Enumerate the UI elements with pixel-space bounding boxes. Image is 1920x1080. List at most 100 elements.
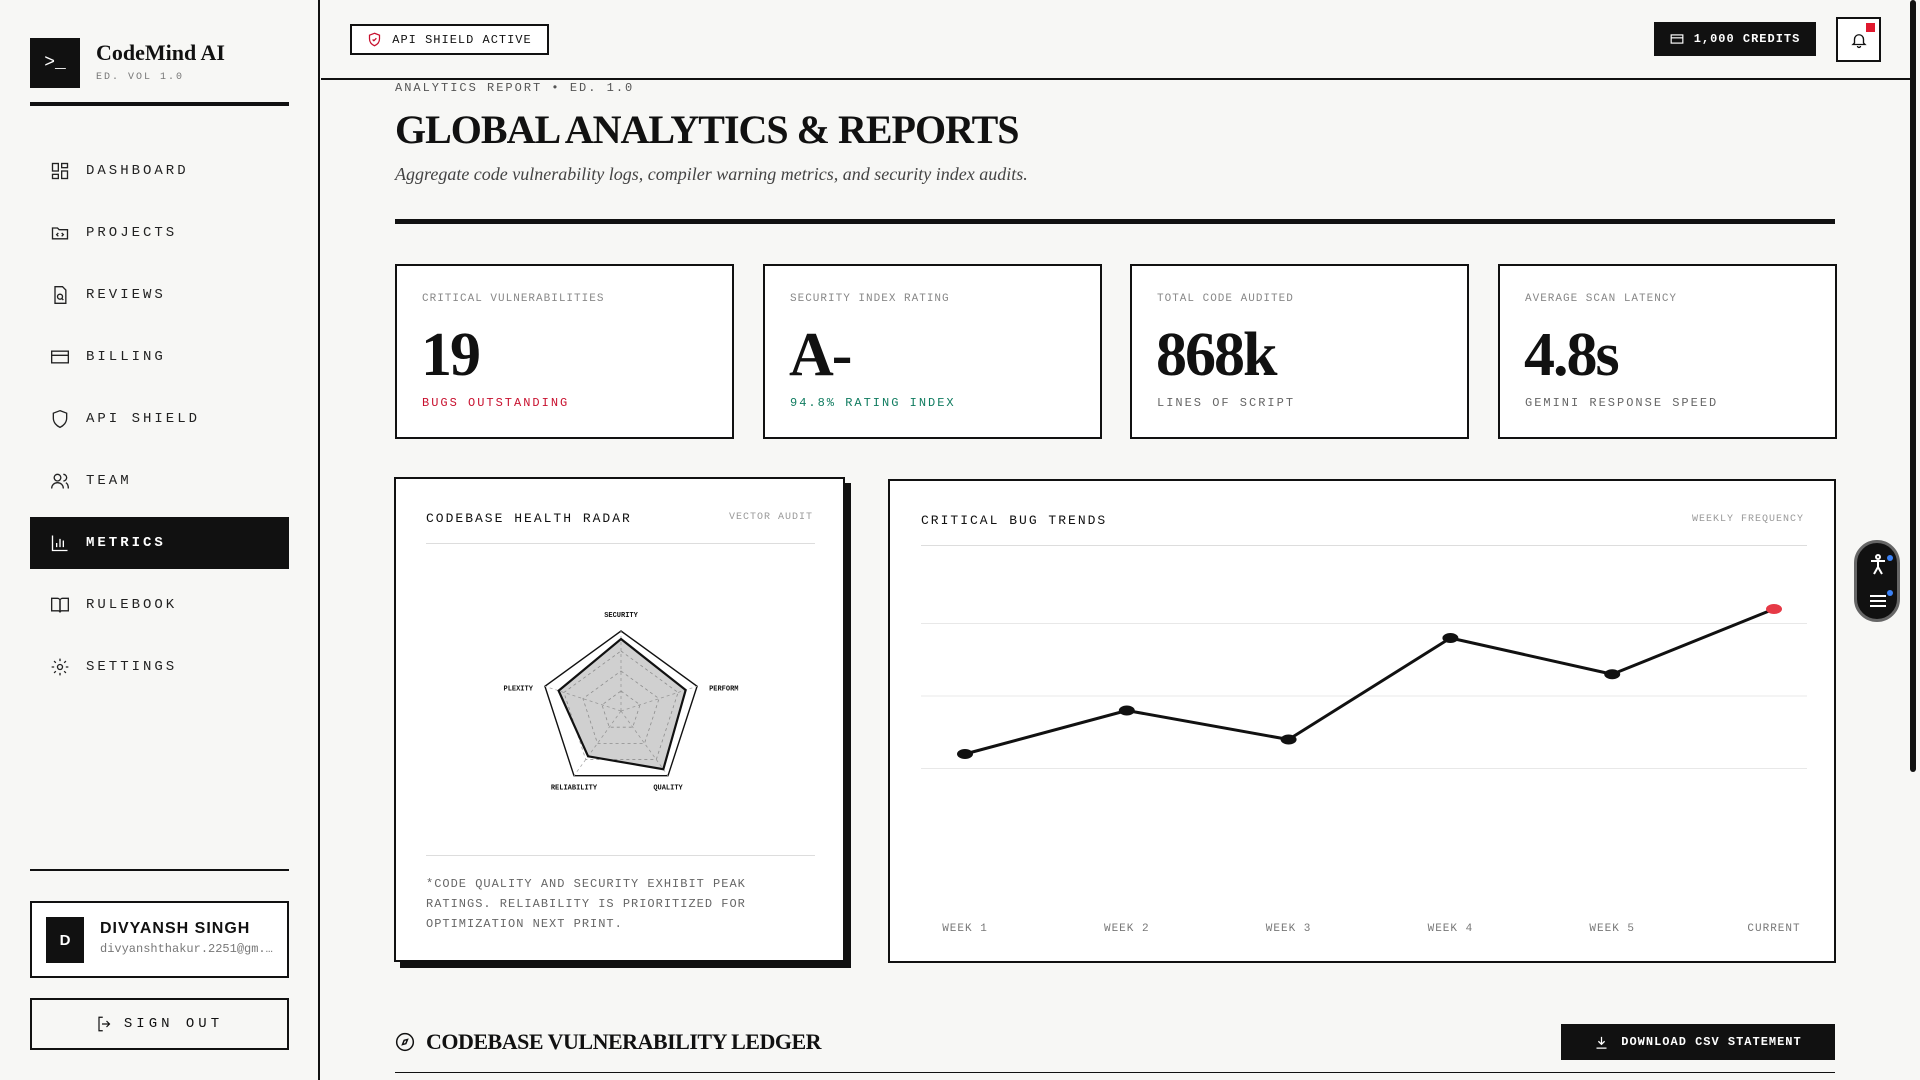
download-csv-label: DOWNLOAD CSV STATEMENT	[1621, 1035, 1802, 1049]
sidebar-item-label: REVIEWS	[86, 287, 166, 303]
bug-trend-point	[1280, 734, 1297, 745]
sidebar-item-rulebook[interactable]: RULEBOOK	[30, 579, 289, 631]
radar-axis-label: PLEXITY	[504, 685, 534, 693]
page-subtitle: Aggregate code vulnerability logs, compi…	[395, 164, 1028, 184]
sidebar-item-label: API SHIELD	[86, 411, 201, 427]
radar-axis-label: RELIABILITY	[551, 785, 598, 793]
x-axis-tick-label: WEEK 2	[1104, 923, 1150, 935]
shield-check-icon	[369, 32, 381, 47]
sidebar-item-metrics[interactable]: METRICS	[30, 517, 289, 569]
report-eyebrow: ANALYTICS REPORT • ED. 1.0	[395, 81, 635, 95]
sidebar-nav: DASHBOARD PROJECTS REVIEWS BILLING API S…	[30, 145, 289, 703]
bug-trend-series-line	[964, 607, 1775, 756]
bell-icon	[1850, 33, 1867, 48]
sidebar-item-label: TEAM	[86, 473, 132, 489]
notifications-button[interactable]	[1836, 17, 1881, 62]
floating-widget	[1854, 540, 1900, 622]
notification-dot	[1866, 23, 1875, 32]
sidebar-item-label: METRICS	[86, 535, 166, 551]
sidebar-item-team[interactable]: TEAM	[30, 455, 289, 507]
accessibility-indicator-dot	[1887, 555, 1893, 561]
sidebar-item-label: SETTINGS	[86, 659, 178, 675]
wallet-icon	[1670, 34, 1684, 44]
page-scrollbar[interactable]	[1910, 0, 1916, 772]
folder-code-icon	[51, 227, 69, 240]
radar-series-area	[557, 637, 687, 771]
sidebar-item-label: PROJECTS	[86, 225, 178, 241]
stat-card-critical-vulnerabilities: CRITICAL VULNERABILITIES 19 BUGS OUTSTAN…	[395, 264, 734, 439]
logout-icon	[98, 1016, 111, 1032]
bug-trend-point	[957, 749, 973, 759]
sidebar-item-dashboard[interactable]: DASHBOARD	[30, 145, 289, 197]
download-csv-button[interactable]: DOWNLOAD CSV STATEMENT	[1561, 1024, 1835, 1060]
radar-axis-label: SECURITY	[604, 612, 638, 620]
menu-indicator-dot	[1887, 590, 1893, 596]
bug-trend-point	[1442, 633, 1459, 643]
sign-out-label: SIGN OUT	[123, 1016, 224, 1032]
radar-chart: SECURITY PERFORM QUALITY RELIABILITY PLEXITY	[504, 612, 739, 793]
app-edition: ED. VOL 1.0	[96, 72, 185, 83]
stat-label: AVERAGE SCAN LATENCY	[1525, 293, 1678, 305]
ledger-divider	[395, 1072, 1835, 1073]
stat-value: 19	[421, 321, 481, 389]
radar-title: CODEBASE HEALTH RADAR	[426, 511, 632, 526]
x-axis-tick-label: CURRENT	[1747, 923, 1800, 935]
stat-note: GEMINI RESPONSE SPEED	[1525, 396, 1719, 410]
stat-card-total-code-audited: TOTAL CODE AUDITED 868k LINES OF SCRIPT	[1130, 264, 1469, 439]
sidebar-item-label: RULEBOOK	[86, 597, 178, 613]
brand: >_ CodeMind AI ED. VOL 1.0	[30, 38, 289, 106]
credit-card-icon	[51, 350, 69, 364]
radar-axis-label: QUALITY	[653, 785, 683, 793]
app-name: CodeMind AI	[96, 40, 225, 65]
bar-chart-icon	[51, 535, 68, 552]
radar-note: *CODE QUALITY AND SECURITY EXHIBIT PEAK …	[426, 877, 746, 931]
stat-note: BUGS OUTSTANDING	[422, 396, 570, 410]
stat-label: CRITICAL VULNERABILITIES	[422, 293, 605, 305]
radar-footer-divider	[426, 855, 815, 856]
radar-axis-label: PERFORM	[709, 685, 738, 693]
sidebar-item-api-shield[interactable]: API SHIELD	[30, 393, 289, 445]
sidebar-item-label: BILLING	[86, 349, 166, 365]
radar-tag: VECTOR AUDIT	[728, 512, 813, 523]
avatar: D	[46, 917, 84, 963]
sidebar-divider	[30, 869, 289, 871]
sidebar: >_ CodeMind AI ED. VOL 1.0 DASHBOARD PRO…	[0, 0, 320, 1080]
x-axis-tick-label: WEEK 5	[1589, 923, 1635, 935]
stat-label: TOTAL CODE AUDITED	[1157, 293, 1294, 305]
stat-note: LINES OF SCRIPT	[1157, 396, 1296, 410]
credits-button[interactable]: 1,000 CREDITS	[1654, 22, 1816, 56]
sidebar-item-projects[interactable]: PROJECTS	[30, 207, 289, 259]
health-radar-card: CODEBASE HEALTH RADAR VECTOR AUDIT SECUR…	[394, 477, 845, 962]
bug-trend-point	[1604, 669, 1621, 680]
stat-value: 4.8s	[1524, 321, 1620, 389]
credits-label: 1,000 CREDITS	[1693, 32, 1801, 46]
radar-header-divider	[426, 543, 815, 544]
bug-trends-card: CRITICAL BUG TRENDS WEEKLY FREQUENCY WEE…	[888, 479, 1836, 963]
top-bar: API SHIELD ACTIVE 1,000 CREDITS	[321, 0, 1910, 80]
api-shield-status-label: API SHIELD ACTIVE	[392, 32, 532, 47]
user-card[interactable]: D DIVYANSH SINGH divyanshthakur.2251@gm.…	[30, 901, 289, 978]
stat-label: SECURITY INDEX RATING	[790, 293, 950, 305]
download-icon	[1596, 1036, 1607, 1049]
stat-value: A-	[789, 321, 852, 389]
user-name: DIVYANSH SINGH	[100, 920, 251, 937]
x-axis-tick-label: WEEK 3	[1266, 923, 1312, 935]
sign-out-button[interactable]: SIGN OUT	[30, 998, 289, 1050]
user-email: divyanshthakur.2251@gm...	[100, 942, 278, 956]
bug-trend-point	[1118, 705, 1135, 716]
sidebar-item-settings[interactable]: SETTINGS	[30, 641, 289, 693]
book-open-icon	[51, 597, 69, 613]
users-icon	[51, 473, 69, 489]
stat-card-scan-latency: AVERAGE SCAN LATENCY 4.8s GEMINI RESPONS…	[1498, 264, 1837, 439]
page-title: GLOBAL ANALYTICS & REPORTS	[395, 107, 1020, 152]
sidebar-item-billing[interactable]: BILLING	[30, 331, 289, 383]
ledger-title-text: CODEBASE VULNERABILITY LEDGER	[426, 1029, 822, 1054]
x-axis-tick-label: WEEK 4	[1428, 923, 1474, 935]
api-shield-status-badge[interactable]: API SHIELD ACTIVE	[350, 24, 549, 55]
line-chart: WEEK 1 WEEK 2 WEEK 3 WEEK 4 WEEK 5 CURRENT	[921, 604, 1807, 935]
gear-icon	[51, 658, 69, 676]
stat-card-security-index: SECURITY INDEX RATING A- 94.8% RATING IN…	[763, 264, 1102, 439]
title-divider	[395, 219, 1835, 224]
sidebar-item-reviews[interactable]: REVIEWS	[30, 269, 289, 321]
stat-value: 868k	[1156, 321, 1277, 389]
